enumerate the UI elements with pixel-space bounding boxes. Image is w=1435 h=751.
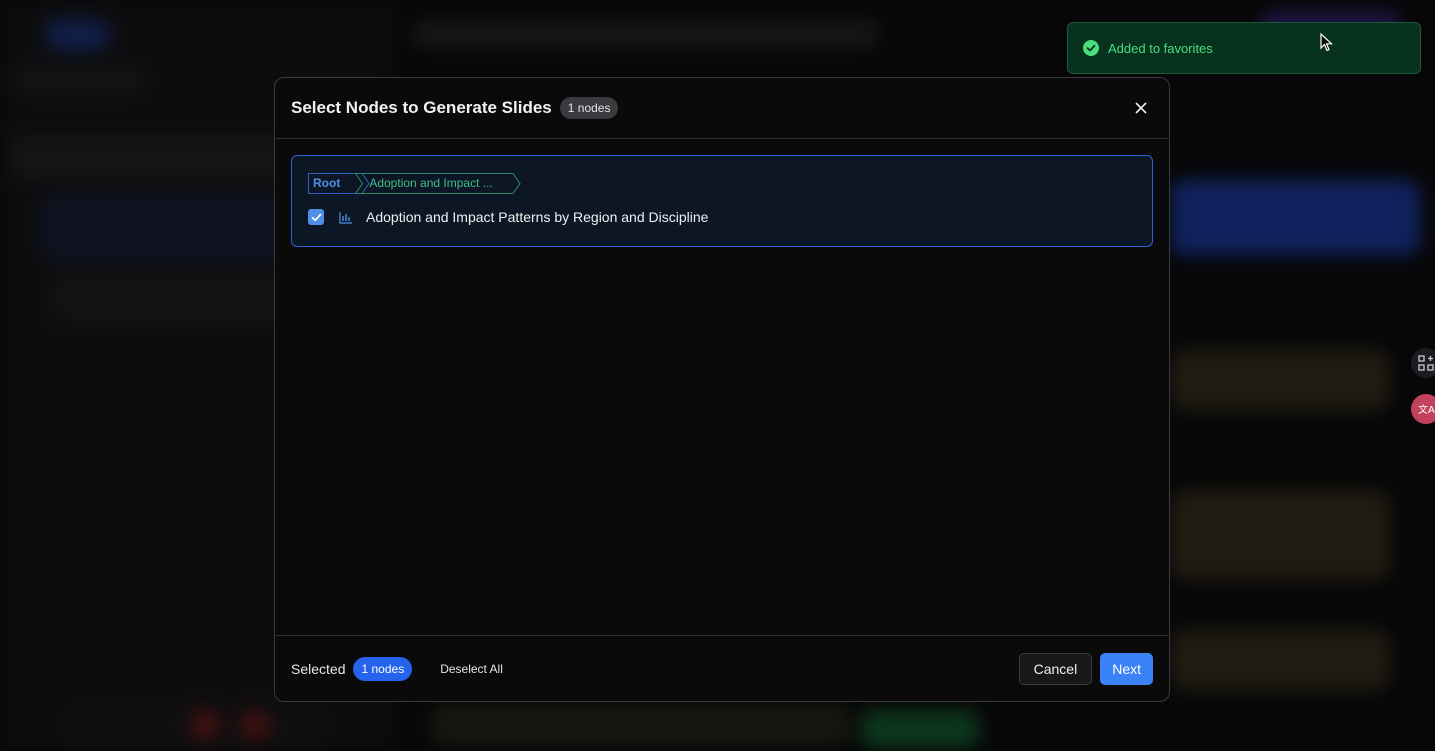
dialog-footer: Selected 1 nodes Deselect All Cancel Nex… xyxy=(275,635,1169,701)
check-icon xyxy=(311,213,321,221)
cancel-button[interactable]: Cancel xyxy=(1018,652,1093,685)
bar-chart-icon xyxy=(339,211,353,224)
translate-icon[interactable]: 文A xyxy=(1411,394,1435,424)
close-button[interactable] xyxy=(1131,98,1151,118)
deselect-all-button[interactable]: Deselect All xyxy=(440,662,503,676)
dialog-body: Root Adoption and Impact ... Adoption an… xyxy=(275,139,1169,636)
selected-count-badge: 1 nodes xyxy=(353,656,413,681)
node-checkbox[interactable] xyxy=(308,209,324,225)
node-card[interactable]: Root Adoption and Impact ... Adoption an… xyxy=(291,155,1153,247)
select-nodes-dialog: Select Nodes to Generate Slides 1 nodes … xyxy=(274,77,1170,702)
breadcrumb-child[interactable]: Adoption and Impact ... xyxy=(355,173,521,194)
node-row: Adoption and Impact Patterns by Region a… xyxy=(308,209,708,225)
close-icon xyxy=(1135,102,1147,114)
node-label: Adoption and Impact Patterns by Region a… xyxy=(366,209,709,225)
selected-label: Selected xyxy=(291,660,346,677)
node-count-badge: 1 nodes xyxy=(559,97,619,119)
mouse-cursor-icon xyxy=(1320,32,1334,58)
toast-message: Added to favorites xyxy=(1108,40,1213,56)
apps-add-icon[interactable] xyxy=(1411,348,1435,378)
dialog-header: Select Nodes to Generate Slides 1 nodes xyxy=(275,78,1169,139)
check-circle-icon xyxy=(1083,40,1099,56)
toast-notification: Added to favorites xyxy=(1067,22,1421,74)
breadcrumb-root-label: Root xyxy=(313,176,341,190)
next-button[interactable]: Next xyxy=(1100,652,1153,685)
breadcrumb-child-label: Adoption and Impact ... xyxy=(369,176,493,190)
breadcrumb-root[interactable]: Root xyxy=(308,173,370,194)
breadcrumb: Root Adoption and Impact ... xyxy=(308,173,521,195)
dialog-title: Select Nodes to Generate Slides xyxy=(291,98,552,117)
svg-text:文A: 文A xyxy=(1418,403,1435,416)
